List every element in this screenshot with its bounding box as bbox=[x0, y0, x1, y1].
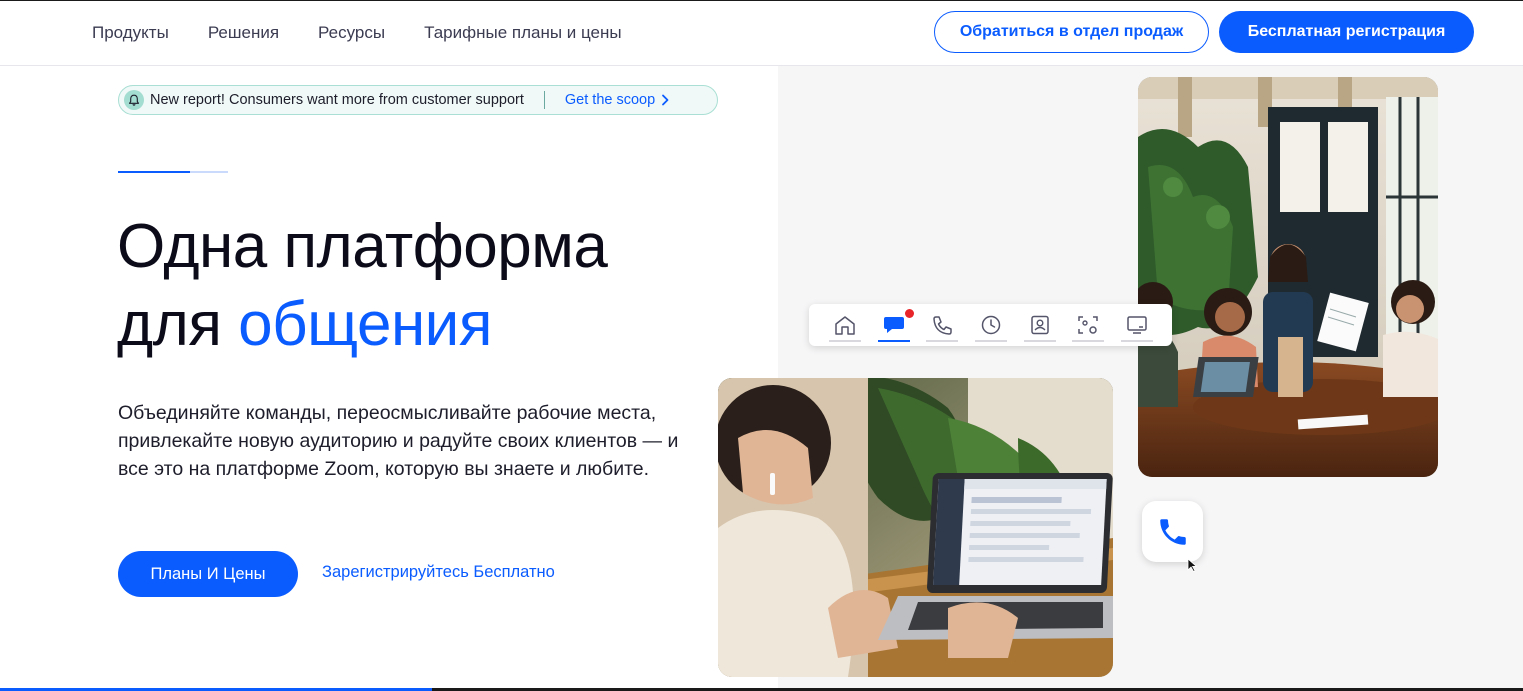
announcement-divider bbox=[543, 91, 545, 109]
page: Продукты Решения Ресурсы Тарифные планы … bbox=[0, 0, 1523, 691]
announcement-text: New report! Consumers want more from cus… bbox=[150, 92, 524, 108]
notification-dot bbox=[904, 309, 914, 318]
hero-title-prefix: для bbox=[117, 290, 239, 359]
get-the-scoop-link[interactable]: Get the scoop bbox=[565, 92, 669, 108]
carousel-progress-fill bbox=[118, 171, 190, 173]
hero-title-line2: для общения bbox=[117, 286, 737, 364]
home-icon[interactable] bbox=[829, 308, 861, 342]
clock-icon[interactable] bbox=[975, 308, 1008, 342]
announcement-banner[interactable]: New report! Consumers want more from cus… bbox=[118, 85, 718, 115]
phone-call-button[interactable] bbox=[1142, 501, 1203, 562]
meeting-photo bbox=[1138, 77, 1438, 477]
laptop-photo bbox=[718, 378, 1113, 677]
chat-icon[interactable] bbox=[877, 308, 914, 342]
app-toolbar bbox=[809, 304, 1172, 346]
apps-icon[interactable] bbox=[1072, 308, 1105, 342]
contact-sales-button[interactable]: Обратиться в отдел продаж bbox=[934, 11, 1209, 53]
nav-resources[interactable]: Ресурсы bbox=[318, 23, 385, 43]
whiteboard-icon[interactable] bbox=[1121, 308, 1154, 342]
plans-pricing-button[interactable]: Планы И Цены bbox=[118, 551, 298, 597]
free-signup-button[interactable]: Бесплатная регистрация bbox=[1219, 11, 1474, 53]
carousel-progress bbox=[118, 171, 228, 173]
mouse-cursor-icon bbox=[1187, 558, 1198, 572]
phone-icon[interactable] bbox=[926, 308, 959, 342]
nav-products[interactable]: Продукты bbox=[92, 23, 169, 43]
hero-title: Одна платформа для общения bbox=[117, 208, 737, 364]
phone-icon bbox=[1159, 518, 1186, 545]
chevron-right-icon bbox=[662, 94, 669, 106]
hero-title-line1: Одна платформа bbox=[117, 212, 608, 281]
bell-icon bbox=[124, 90, 144, 110]
nav-solutions[interactable]: Решения bbox=[208, 23, 279, 43]
signup-free-link[interactable]: Зарегистрируйтесь Бесплатно bbox=[322, 563, 555, 582]
get-the-scoop-label: Get the scoop bbox=[564, 92, 656, 108]
nav-pricing[interactable]: Тарифные планы и цены bbox=[424, 23, 622, 43]
main-nav: Продукты Решения Ресурсы Тарифные планы … bbox=[92, 1, 661, 65]
hero-description: Объединяйте команды, переосмысливайте ра… bbox=[118, 402, 679, 480]
header: Продукты Решения Ресурсы Тарифные планы … bbox=[0, 1, 1523, 66]
contacts-icon[interactable] bbox=[1023, 308, 1056, 342]
hero-title-accent: общения bbox=[238, 290, 492, 359]
